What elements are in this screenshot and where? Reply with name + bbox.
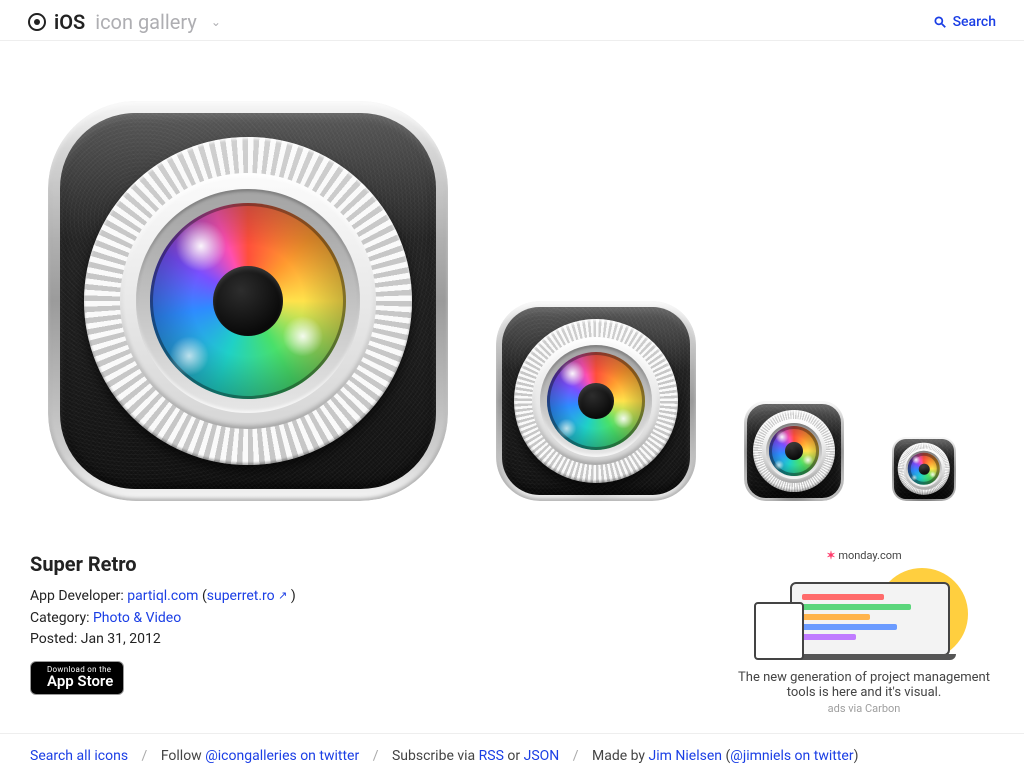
appstore-line2: App Store <box>47 674 113 690</box>
search-label: Search <box>953 14 996 30</box>
brand-secondary: icon gallery <box>95 10 197 34</box>
search-icon <box>933 15 947 29</box>
brand[interactable]: iOS icon gallery ⌄ <box>28 10 221 34</box>
app-category-row: Category: Photo & Video <box>30 608 296 630</box>
app-developer-row: App Developer: partiql.com (superret.ro … <box>30 586 296 608</box>
brand-logo-icon <box>28 13 46 31</box>
ad-headline: The new generation of project management… <box>734 670 994 700</box>
site-header: iOS icon gallery ⌄ Search <box>0 0 1024 41</box>
app-icon-64[interactable] <box>892 437 956 501</box>
icon-size-row <box>0 41 1024 531</box>
site-footer: Search all icons / Follow @icongalleries… <box>0 733 1024 764</box>
category-label: Category: <box>30 610 89 626</box>
developer-link[interactable]: partiql.com <box>127 588 198 604</box>
app-posted-row: Posted: Jan 31, 2012 <box>30 629 296 651</box>
carbon-ad[interactable]: ✶ monday.com The new generation of proje… <box>734 549 994 715</box>
app-meta: Super Retro App Developer: partiql.com (… <box>30 549 296 715</box>
appstore-badge[interactable]: Download on the App Store <box>30 661 124 695</box>
external-link-icon: ↗ <box>278 589 287 602</box>
brand-primary: iOS <box>54 10 85 34</box>
chevron-down-icon[interactable]: ⌄ <box>211 15 221 29</box>
ad-provider: ads via Carbon <box>734 702 994 715</box>
ad-image <box>754 562 974 662</box>
app-icon-512[interactable] <box>48 101 448 501</box>
developer-label: App Developer: <box>30 588 124 604</box>
developer-site-link[interactable]: superret.ro ↗ <box>207 588 288 604</box>
app-icon-128[interactable] <box>744 401 844 501</box>
posted-label: Posted: <box>30 631 77 647</box>
posted-date: Jan 31, 2012 <box>81 631 161 647</box>
app-icon-256[interactable] <box>496 301 696 501</box>
search-link[interactable]: Search <box>933 14 996 30</box>
app-title: Super Retro <box>30 549 296 580</box>
category-link[interactable]: Photo & Video <box>93 610 181 626</box>
ad-brand: ✶ monday.com <box>734 549 994 562</box>
